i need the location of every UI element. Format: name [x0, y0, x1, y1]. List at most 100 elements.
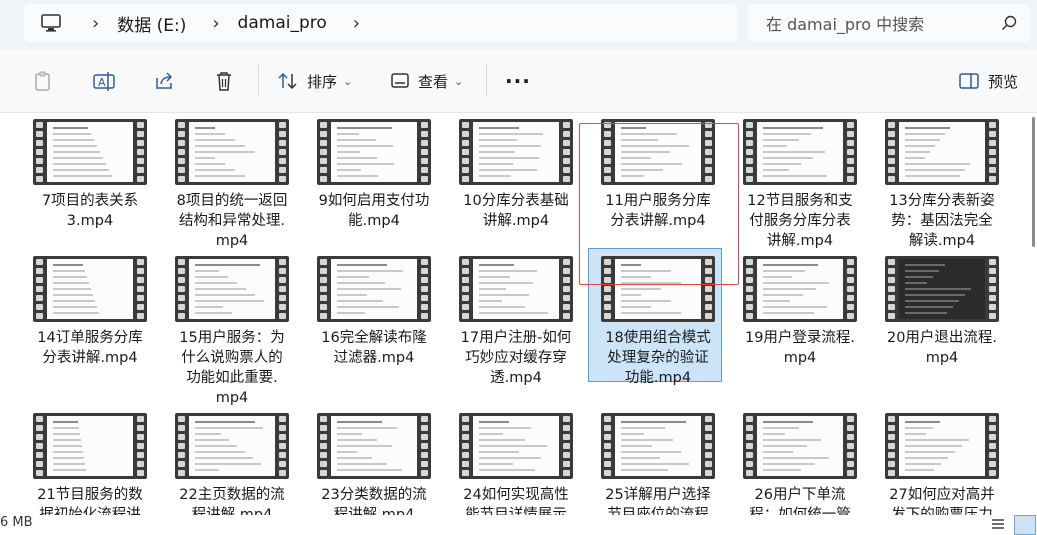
- video-thumbnail: [601, 413, 715, 479]
- film-strip-icon: [988, 256, 997, 322]
- file-name-line: 21节目服务的数: [37, 487, 143, 503]
- film-strip-icon: [420, 119, 429, 185]
- more-button[interactable]: ···: [505, 63, 531, 99]
- breadcrumb-drive[interactable]: 数据 (E:): [117, 11, 186, 36]
- file-item[interactable]: 21节目服务的数据初始化流程讲: [22, 409, 158, 515]
- file-name-line: 处理复杂的验证: [607, 350, 709, 366]
- file-name-line: 24如何实现高性: [463, 487, 569, 503]
- delete-button[interactable]: [213, 63, 235, 99]
- sort-button[interactable]: 排序 ⌄: [277, 63, 352, 99]
- video-thumbnail: [317, 119, 431, 185]
- file-name: 15用户服务：为 什么说购票人的 功能如此重要. mp4: [164, 328, 300, 408]
- thumbnail-frame: [757, 122, 843, 182]
- file-name-line: 10分库分表基础: [463, 193, 569, 209]
- file-name: 27如何应对高并 发下的购票压力: [874, 485, 1010, 515]
- file-name-line: 8项目的统一返回: [176, 193, 288, 209]
- breadcrumb-folder[interactable]: damai_pro: [238, 13, 327, 33]
- search-box[interactable]: 在 damai_pro 中搜索: [748, 4, 1031, 42]
- file-item[interactable]: 10分库分表基础 讲解.mp4: [448, 115, 584, 231]
- copy-button[interactable]: [32, 63, 54, 99]
- file-item[interactable]: 19用户登录流程. mp4: [732, 252, 868, 368]
- file-name-line: 结构和异常处理.: [178, 213, 286, 229]
- video-thumbnail: [885, 119, 999, 185]
- file-name-line: 18使用组合模式: [605, 330, 711, 346]
- file-name: 26用户下单流 程：如何统一管: [732, 485, 868, 515]
- file-name-line: 19用户登录流程.: [744, 330, 856, 346]
- thumbnail-frame: [189, 416, 275, 476]
- thumbnail-frame: [189, 122, 275, 182]
- file-name-line: 15用户服务：为: [179, 330, 285, 346]
- thumbnail-frame: [757, 259, 843, 319]
- thumbnail-frame: [473, 259, 559, 319]
- file-name-line: 据初始化流程讲: [39, 507, 141, 515]
- computer-icon: [41, 14, 61, 32]
- thumbnail-frame: [47, 416, 133, 476]
- file-name-line: 20用户退出流程.: [886, 330, 998, 346]
- search-icon[interactable]: [1001, 15, 1017, 31]
- file-item[interactable]: 24如何实现高性 能节目详情展示: [448, 409, 584, 515]
- divider: [258, 65, 259, 97]
- address-bar[interactable]: › 数据 (E:) › damai_pro ›: [24, 4, 737, 42]
- file-name-line: 9如何启用支付功: [318, 193, 430, 209]
- svg-text:A: A: [98, 76, 106, 89]
- video-thumbnail: [459, 413, 573, 479]
- file-name: 21节目服务的数据初始化流程讲: [22, 485, 158, 515]
- thumbnail-frame: [331, 259, 417, 319]
- large-icons-view-icon[interactable]: [1014, 515, 1036, 535]
- file-name-line: mp4: [783, 350, 817, 366]
- video-thumbnail: [317, 413, 431, 479]
- file-item[interactable]: 27如何应对高并 发下的购票压力: [874, 409, 1010, 515]
- file-name-line: 23分类数据的流: [321, 487, 427, 503]
- file-name: 23分类数据的流 程讲解.mp4: [306, 485, 442, 515]
- file-item[interactable]: 9如何启用支付功 能.mp4: [306, 115, 442, 231]
- chevron-right-icon[interactable]: ›: [353, 13, 360, 34]
- file-item[interactable]: 22主页数据的流程讲解.mp4: [164, 409, 300, 515]
- file-item[interactable]: 26用户下单流 程：如何统一管: [732, 409, 868, 515]
- file-item[interactable]: 12节目服务和支 付服务分库分表 讲解.mp4: [732, 115, 868, 251]
- share-button[interactable]: [153, 63, 175, 99]
- file-name-line: 程讲解.mp4: [191, 507, 273, 515]
- rename-button[interactable]: A: [92, 63, 116, 99]
- chevron-down-icon: ⌄: [343, 74, 353, 88]
- scrollbar-thumb[interactable]: [1032, 117, 1035, 247]
- search-input[interactable]: 在 damai_pro 中搜索: [766, 11, 1001, 35]
- file-name: 20用户退出流程. mp4: [874, 328, 1010, 368]
- film-strip-icon: [461, 413, 470, 479]
- file-item[interactable]: 15用户服务：为 什么说购票人的 功能如此重要. mp4: [164, 252, 300, 408]
- focus-outline: [579, 123, 739, 285]
- file-item[interactable]: 25详解用户选择 节目座位的流程: [590, 409, 726, 515]
- file-item[interactable]: 17用户注册-如何 巧妙应对缓存穿 透.mp4: [448, 252, 584, 388]
- vertical-scrollbar[interactable]: [1031, 113, 1037, 515]
- file-name-line: 7项目的表关系: [41, 193, 139, 209]
- selection-size: 6 MB: [0, 515, 33, 530]
- file-item[interactable]: 7项目的表关系 3.mp4: [22, 115, 158, 231]
- film-strip-icon: [461, 256, 470, 322]
- preview-button[interactable]: 预览: [958, 63, 1018, 99]
- film-strip-icon: [177, 119, 186, 185]
- file-item[interactable]: 8项目的统一返回 结构和异常处理. mp4: [164, 115, 300, 251]
- share-icon: [156, 72, 173, 89]
- film-strip-icon: [136, 256, 145, 322]
- file-item[interactable]: 20用户退出流程. mp4: [874, 252, 1010, 368]
- file-item[interactable]: 13分库分表新姿 势：基因法完全 解读.mp4: [874, 115, 1010, 251]
- details-view-icon[interactable]: [990, 517, 1006, 531]
- file-item[interactable]: 23分类数据的流 程讲解.mp4: [306, 409, 442, 515]
- video-thumbnail: [33, 413, 147, 479]
- preview-label: 预览: [988, 72, 1019, 91]
- film-strip-icon: [319, 256, 328, 322]
- film-strip-icon: [887, 413, 896, 479]
- file-name-line: 讲解.mp4: [482, 213, 550, 229]
- file-item[interactable]: 16完全解读布隆 过滤器.mp4: [306, 252, 442, 368]
- command-bar: A 排序 ⌄ 查看 ⌄ ··· 预览: [0, 50, 1037, 113]
- file-name-line: 22主页数据的流: [179, 487, 285, 503]
- video-thumbnail: [33, 256, 147, 322]
- file-name-line: 25详解用户选择: [605, 487, 711, 503]
- view-button[interactable]: 查看 ⌄: [390, 63, 463, 99]
- file-item[interactable]: 14订单服务分库 分表讲解.mp4: [22, 252, 158, 368]
- file-name: 17用户注册-如何 巧妙应对缓存穿 透.mp4: [448, 328, 584, 388]
- file-name-line: 讲解.mp4: [766, 233, 834, 249]
- film-strip-icon: [319, 119, 328, 185]
- file-name-line: mp4: [215, 390, 249, 406]
- film-strip-icon: [319, 413, 328, 479]
- film-strip-icon: [136, 119, 145, 185]
